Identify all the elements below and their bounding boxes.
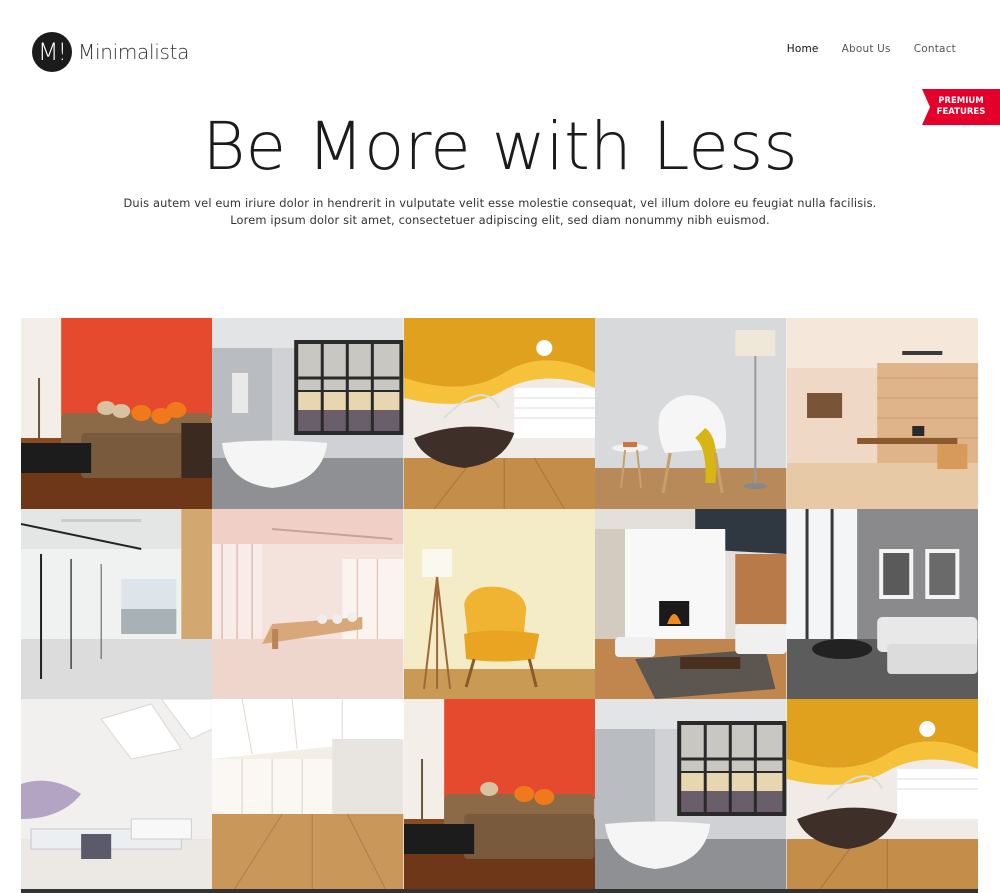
interior-image-icon (403, 699, 596, 893)
hero-text: Duis autem vel eum iriure dolor in hendr… (100, 195, 900, 229)
hero-text-line-1: Duis autem vel eum iriure dolor in hendr… (123, 196, 877, 210)
gallery-bottom-border (21, 889, 978, 893)
interior-image-icon (786, 509, 978, 699)
gallery-tile-empty-loft[interactable] (212, 699, 404, 893)
site-logo[interactable]: M! Minimalista (32, 32, 189, 72)
gallery-tile-glass-office[interactable] (21, 509, 213, 699)
gallery-tile-red-living-room[interactable] (21, 318, 213, 509)
gallery-tile-grey-sofa[interactable] (786, 509, 978, 699)
nav-about-us[interactable]: About Us (842, 43, 891, 55)
interior-image-icon (786, 318, 978, 509)
interior-image-icon (403, 509, 596, 699)
gallery-tile-orange-ceiling[interactable] (403, 318, 596, 509)
gallery-tile-grey-bathroom[interactable] (212, 318, 404, 509)
interior-image-icon (403, 318, 596, 509)
hero-title: Be More with Less (202, 108, 798, 185)
ribbon-line-1: PREMIUM (938, 96, 984, 106)
gallery-tile-red-living-room-2[interactable] (403, 699, 596, 893)
logo-text: Minimalista (78, 40, 190, 64)
nav-contact[interactable]: Contact (914, 43, 956, 55)
gallery-tile-grey-bathroom-2[interactable] (595, 699, 787, 893)
gallery-tile-skylight-room[interactable] (21, 699, 213, 893)
gallery-tile-white-chair[interactable] (595, 318, 787, 509)
interior-image-icon (21, 509, 213, 699)
interior-image-icon (595, 509, 787, 699)
main-nav: Home About Us Contact (787, 43, 956, 55)
site-header: M! Minimalista Home About Us Contact (0, 0, 1000, 100)
interior-image-icon (595, 318, 787, 509)
gallery-tile-conference-room[interactable] (212, 509, 404, 699)
nav-home[interactable]: Home (787, 43, 819, 55)
interior-image-icon (21, 699, 213, 893)
gallery-tile-fireplace-room[interactable] (595, 509, 787, 699)
interior-image-icon (212, 318, 404, 509)
gallery-tile-orange-ceiling-2[interactable] (786, 699, 978, 893)
interior-image-icon (212, 699, 404, 893)
interior-image-icon (21, 318, 213, 509)
gallery-tile-yellow-armchair[interactable] (403, 509, 596, 699)
hero-text-line-2: Lorem ipsum dolor sit amet, consectetuer… (230, 213, 770, 227)
interior-image-icon (212, 509, 404, 699)
gallery-tile-warm-office[interactable] (786, 318, 978, 509)
interior-image-icon (786, 699, 978, 893)
logo-mark-icon: M! (32, 32, 72, 72)
interior-image-icon (595, 699, 787, 893)
portfolio-gallery (21, 318, 978, 893)
